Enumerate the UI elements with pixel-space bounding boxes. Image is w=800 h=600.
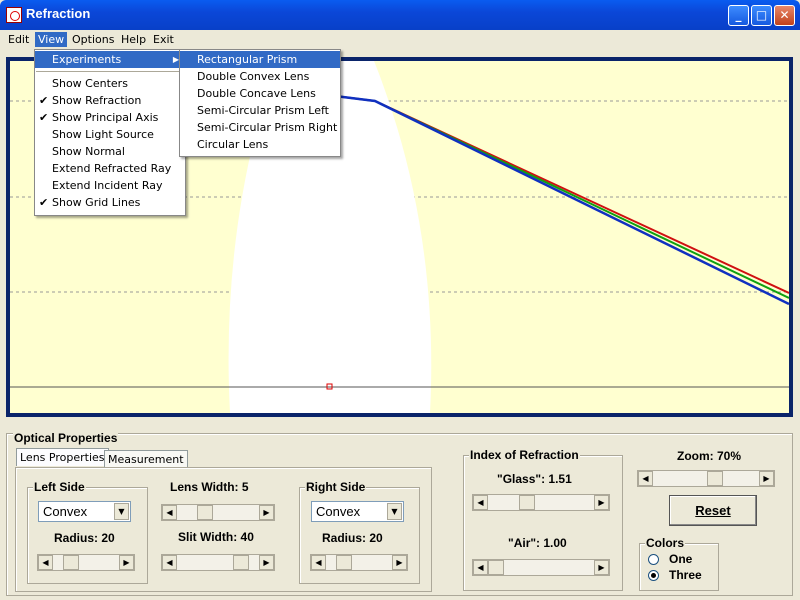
view-menu-item-show-principal-axis[interactable]: ✔ Show Principal Axis xyxy=(35,109,185,126)
scroll-left-icon[interactable]: ◀ xyxy=(638,471,653,486)
experiment-circular-lens[interactable]: Circular Lens xyxy=(180,136,340,153)
menu-bar: Edit View Options Help Exit xyxy=(0,30,800,49)
colors-one-label[interactable]: One xyxy=(669,552,692,566)
slider-thumb[interactable] xyxy=(336,555,352,570)
scroll-left-icon[interactable]: ◀ xyxy=(162,555,177,570)
scroll-right-icon[interactable]: ▶ xyxy=(594,495,609,510)
scroll-left-icon[interactable]: ◀ xyxy=(473,560,488,575)
scroll-right-icon[interactable]: ▶ xyxy=(392,555,407,570)
tab-measurement[interactable]: Measurement xyxy=(104,450,188,468)
left-radius-label: Radius: 20 xyxy=(54,531,115,545)
right-radius-label: Radius: 20 xyxy=(322,531,383,545)
scroll-left-icon[interactable]: ◀ xyxy=(473,495,488,510)
menu-options[interactable]: Options xyxy=(69,32,117,47)
minimize-button[interactable]: _ xyxy=(728,5,749,26)
right-radius-slider[interactable]: ◀ ▶ xyxy=(310,554,408,571)
index-of-refraction-title: Index of Refraction xyxy=(469,448,580,462)
view-menu-item-show-centers[interactable]: Show Centers xyxy=(35,75,185,92)
chevron-down-icon[interactable]: ▼ xyxy=(114,503,129,520)
left-side-shape-value: Convex xyxy=(43,504,88,519)
view-menu-item-show-refraction[interactable]: ✔ Show Refraction xyxy=(35,92,185,109)
view-menu-item-extend-incident-ray[interactable]: Extend Incident Ray xyxy=(35,177,185,194)
air-index-label: "Air": 1.00 xyxy=(508,536,567,550)
slit-width-label: Slit Width: 40 xyxy=(178,530,254,544)
scroll-left-icon[interactable]: ◀ xyxy=(311,555,326,570)
air-index-slider[interactable]: ◀ ▶ xyxy=(472,559,610,576)
tab-lens-properties[interactable]: Lens Properties xyxy=(16,448,109,466)
slider-thumb[interactable] xyxy=(488,560,504,575)
menu-separator xyxy=(36,71,184,72)
colors-one-radio[interactable] xyxy=(648,554,659,565)
left-side-title: Left Side xyxy=(33,480,86,494)
experiment-double-concave-lens[interactable]: Double Concave Lens xyxy=(180,85,340,102)
colors-title: Colors xyxy=(645,536,686,550)
reset-button[interactable]: Reset xyxy=(669,495,757,526)
colors-group xyxy=(639,543,719,591)
scroll-right-icon[interactable]: ▶ xyxy=(259,555,274,570)
scroll-right-icon[interactable]: ▶ xyxy=(119,555,134,570)
scroll-left-icon[interactable]: ◀ xyxy=(38,555,53,570)
title-bar: Refraction _ □ ✕ xyxy=(0,0,800,30)
scroll-right-icon[interactable]: ▶ xyxy=(759,471,774,486)
menu-exit[interactable]: Exit xyxy=(150,32,177,47)
app-icon xyxy=(6,7,22,23)
scroll-left-icon[interactable]: ◀ xyxy=(162,505,177,520)
scroll-right-icon[interactable]: ▶ xyxy=(594,560,609,575)
optical-properties-title: Optical Properties xyxy=(13,431,119,445)
close-button[interactable]: ✕ xyxy=(774,5,795,26)
experiment-semi-circular-prism-right[interactable]: Semi-Circular Prism Right xyxy=(180,119,340,136)
left-side-shape-select[interactable]: Convex ▼ xyxy=(38,501,131,522)
check-icon: ✔ xyxy=(39,196,49,209)
experiment-rectangular-prism[interactable]: Rectangular Prism xyxy=(180,51,340,68)
glass-index-slider[interactable]: ◀ ▶ xyxy=(472,494,610,511)
check-icon: ✔ xyxy=(39,94,49,107)
right-side-shape-value: Convex xyxy=(316,504,361,519)
slit-width-slider[interactable]: ◀ ▶ xyxy=(161,554,275,571)
view-menu: Experiments ▶ Show Centers ✔ Show Refracti… xyxy=(34,49,186,216)
experiment-semi-circular-prism-left[interactable]: Semi-Circular Prism Left xyxy=(180,102,340,119)
menu-view[interactable]: View xyxy=(35,32,68,47)
right-side-title: Right Side xyxy=(305,480,367,494)
menu-help[interactable]: Help xyxy=(118,32,149,47)
glass-index-label: "Glass": 1.51 xyxy=(497,472,572,486)
view-menu-item-show-grid-lines[interactable]: ✔ Show Grid Lines xyxy=(35,194,185,211)
menu-edit[interactable]: Edit xyxy=(5,32,32,47)
zoom-slider[interactable]: ◀ ▶ xyxy=(637,470,775,487)
right-side-shape-select[interactable]: Convex ▼ xyxy=(311,501,404,522)
slider-thumb[interactable] xyxy=(233,555,249,570)
view-menu-item-show-light-source[interactable]: Show Light Source xyxy=(35,126,185,143)
slider-thumb[interactable] xyxy=(707,471,723,486)
slider-thumb[interactable] xyxy=(197,505,213,520)
colors-three-radio[interactable] xyxy=(648,570,659,581)
view-menu-item-experiments[interactable]: Experiments ▶ xyxy=(35,51,185,68)
chevron-down-icon[interactable]: ▼ xyxy=(387,503,402,520)
slider-thumb[interactable] xyxy=(519,495,535,510)
experiments-submenu: Rectangular Prism Double Convex Lens Dou… xyxy=(179,49,341,157)
lens-width-slider[interactable]: ◀ ▶ xyxy=(161,504,275,521)
colors-three-label[interactable]: Three xyxy=(669,568,702,582)
view-menu-item-show-normal[interactable]: Show Normal xyxy=(35,143,185,160)
zoom-label: Zoom: 70% xyxy=(677,449,742,463)
scroll-right-icon[interactable]: ▶ xyxy=(259,505,274,520)
lens-width-label: Lens Width: 5 xyxy=(170,480,249,494)
maximize-button[interactable]: □ xyxy=(751,5,772,26)
window-title: Refraction xyxy=(26,6,91,21)
left-radius-slider[interactable]: ◀ ▶ xyxy=(37,554,135,571)
view-menu-item-extend-refracted-ray[interactable]: Extend Refracted Ray xyxy=(35,160,185,177)
experiment-double-convex-lens[interactable]: Double Convex Lens xyxy=(180,68,340,85)
check-icon: ✔ xyxy=(39,111,49,124)
slider-thumb[interactable] xyxy=(63,555,79,570)
